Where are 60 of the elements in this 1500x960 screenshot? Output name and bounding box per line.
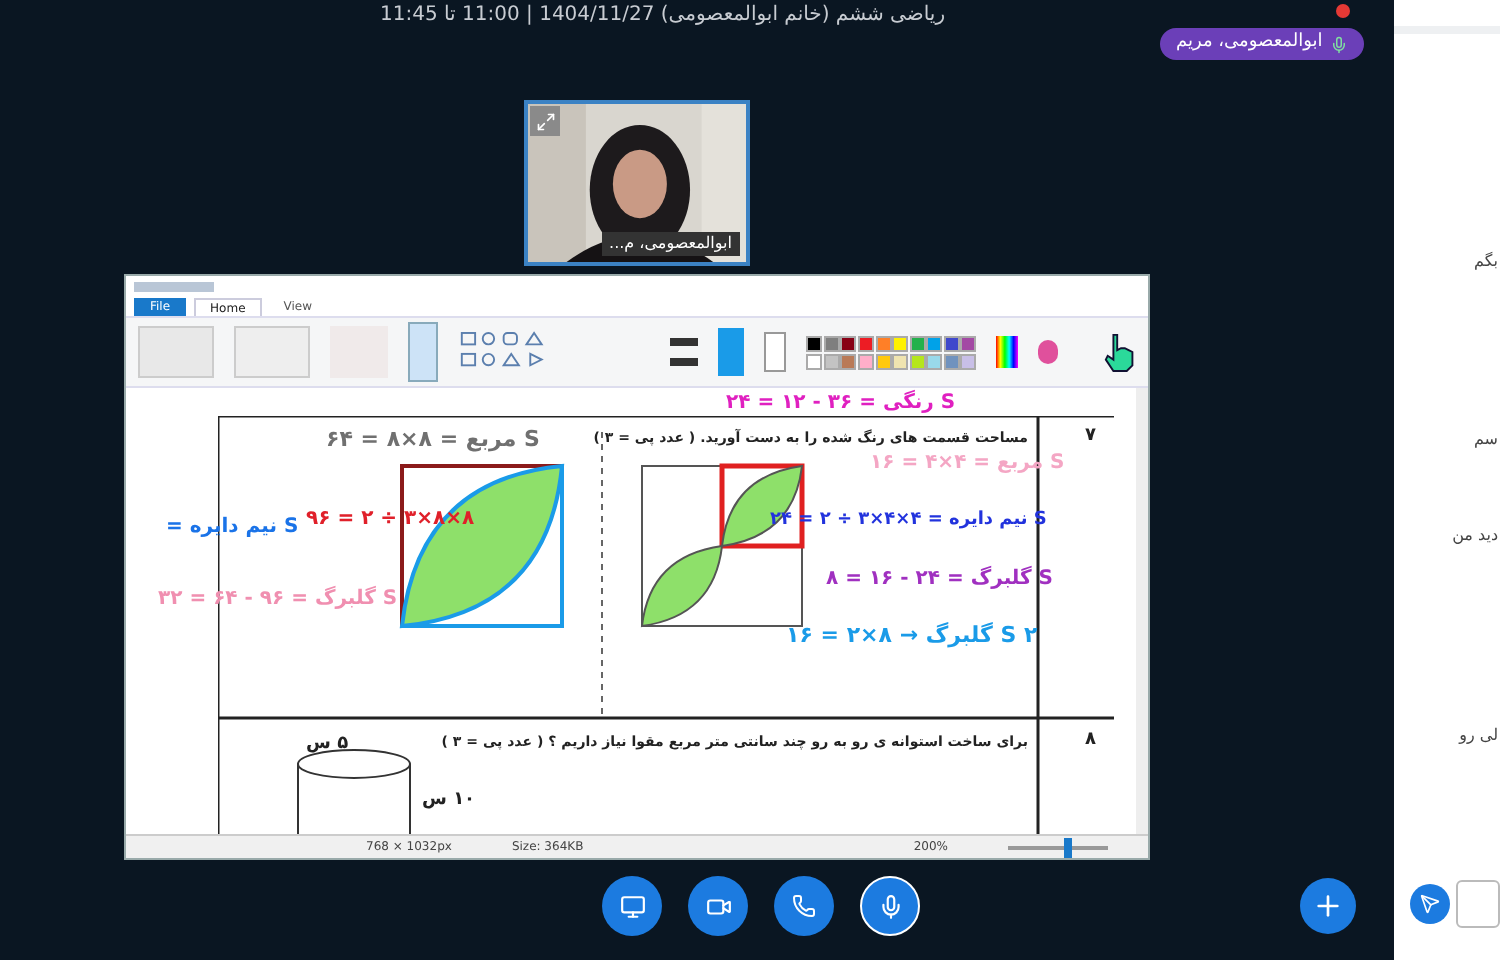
palette-swatch[interactable]	[892, 335, 909, 351]
send-button[interactable]	[1410, 884, 1450, 924]
handwritten-note: S مربع = ۸×۸ = ۶۴	[326, 424, 540, 456]
mic-icon	[1330, 35, 1349, 53]
palette-swatch[interactable]	[858, 353, 875, 369]
slider-thumb[interactable]	[1063, 837, 1071, 857]
video-camera-icon	[705, 893, 731, 919]
participant-name: ابوالمعصومی، م...	[601, 232, 740, 256]
send-icon	[1420, 894, 1440, 914]
call-button[interactable]	[774, 876, 834, 936]
size-icon[interactable]	[670, 338, 698, 366]
screen-share-button[interactable]	[602, 876, 662, 936]
chat-message: سم	[1473, 428, 1498, 452]
palette-swatch[interactable]	[858, 335, 875, 351]
palette-swatch[interactable]	[875, 335, 892, 351]
palette-swatch[interactable]	[943, 353, 960, 369]
palette-swatch[interactable]	[943, 335, 960, 351]
palette-swatch[interactable]	[823, 353, 840, 369]
presenter-badge: ابوالمعصومی، مریم	[1160, 28, 1365, 60]
plus-icon	[1312, 890, 1344, 922]
color-1-button[interactable]	[717, 328, 744, 376]
palette-swatch[interactable]	[926, 335, 943, 351]
palette-swatch[interactable]	[840, 335, 857, 351]
palette-swatch[interactable]	[960, 335, 977, 351]
handwritten-note: ۱۰ س	[422, 788, 476, 814]
session-schedule: ریاضی ششم (خانم ابوالمعصومی) 1404/11/27 | 11:00 تا 11:45	[380, 2, 946, 30]
monitor-icon	[619, 893, 645, 919]
color-2-button[interactable]	[763, 332, 787, 372]
palette-swatch[interactable]	[892, 353, 909, 369]
expand-icon	[535, 111, 555, 131]
phone-icon	[792, 894, 816, 918]
palette-swatch[interactable]	[823, 335, 840, 351]
palette-swatch[interactable]	[909, 353, 926, 369]
add-button[interactable]	[1300, 878, 1356, 934]
expand-button[interactable]	[530, 106, 560, 136]
handwritten-note: S ۲ گلبرگ → ۸×۲ = ۱۶	[786, 620, 1038, 652]
title-bar-drawing	[134, 281, 214, 291]
palette-swatch[interactable]	[909, 335, 926, 351]
handwritten-note: S گلبرگ = ۲۴ - ۱۶ = ۸	[826, 564, 1053, 594]
microphone-icon	[877, 893, 903, 919]
palette-swatch[interactable]	[806, 353, 823, 369]
edit-colors-icon[interactable]	[995, 336, 1019, 368]
palette-swatch[interactable]	[875, 353, 892, 369]
message-input[interactable]	[1456, 880, 1500, 928]
handwritten-note: S رنگی = ۳۶ - ۱۲ = ۲۴	[726, 388, 956, 418]
camera-button[interactable]	[688, 876, 748, 936]
hand-cursor-icon	[1101, 330, 1137, 374]
question-number: ۸	[1085, 728, 1096, 754]
handwritten-note: ۵ س	[306, 732, 349, 758]
chat-message: لی رو	[1459, 724, 1498, 748]
scrollbar[interactable]	[1136, 388, 1148, 834]
palette-swatch[interactable]	[926, 353, 943, 369]
palette-swatch[interactable]	[960, 353, 977, 369]
chat-message: دید من	[1452, 524, 1498, 548]
microphone-button[interactable]	[860, 876, 920, 936]
palette-swatch[interactable]	[806, 335, 823, 351]
brushes-button[interactable]	[407, 322, 439, 382]
chat-message: بگم	[1474, 250, 1498, 274]
palette-swatch[interactable]	[840, 353, 857, 369]
question-number: ۷	[1085, 424, 1096, 450]
